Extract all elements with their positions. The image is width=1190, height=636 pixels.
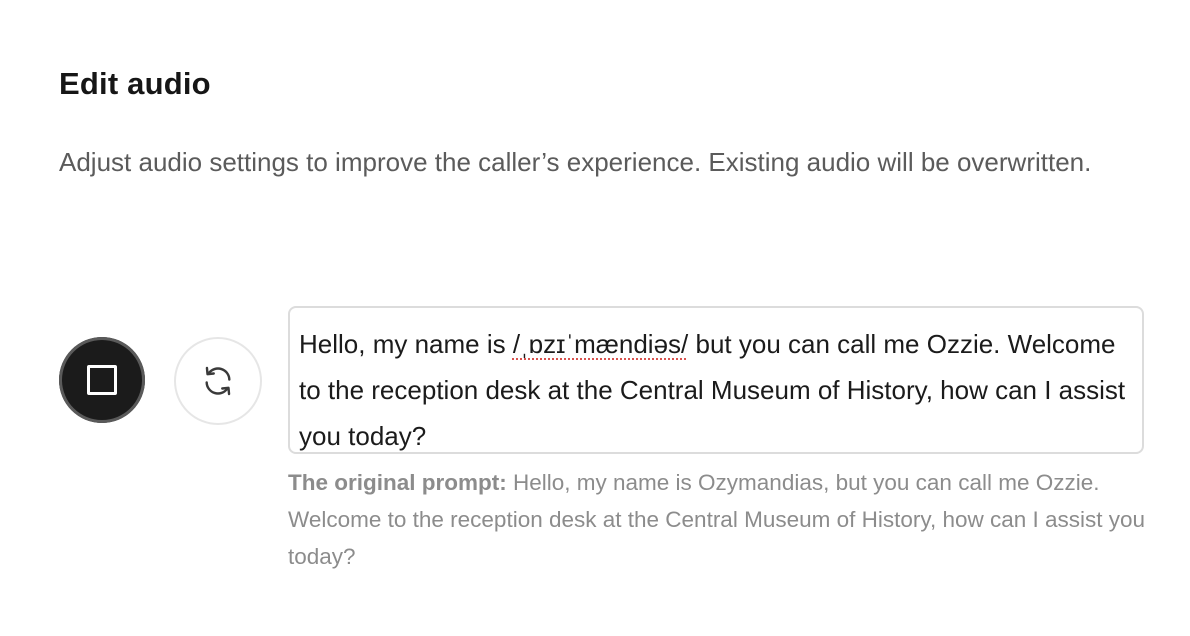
original-prompt-label: The original prompt: (288, 470, 507, 495)
prompt-text-input[interactable]: Hello, my name is /ˌɒzɪˈmændiəs/ but you… (288, 306, 1144, 454)
regenerate-button[interactable] (174, 337, 262, 425)
refresh-icon (205, 366, 231, 396)
stop-button[interactable] (59, 337, 145, 423)
dialog-description: Adjust audio settings to improve the cal… (59, 147, 1092, 177)
original-prompt-note: The original prompt: Hello, my name is O… (288, 464, 1148, 575)
prompt-text-before: Hello, my name is (299, 329, 513, 359)
dialog-title: Edit audio (59, 66, 211, 101)
stop-square-icon (87, 365, 117, 395)
phonetic-spelling: /ˌɒzɪˈmændiəs/ (512, 329, 689, 359)
